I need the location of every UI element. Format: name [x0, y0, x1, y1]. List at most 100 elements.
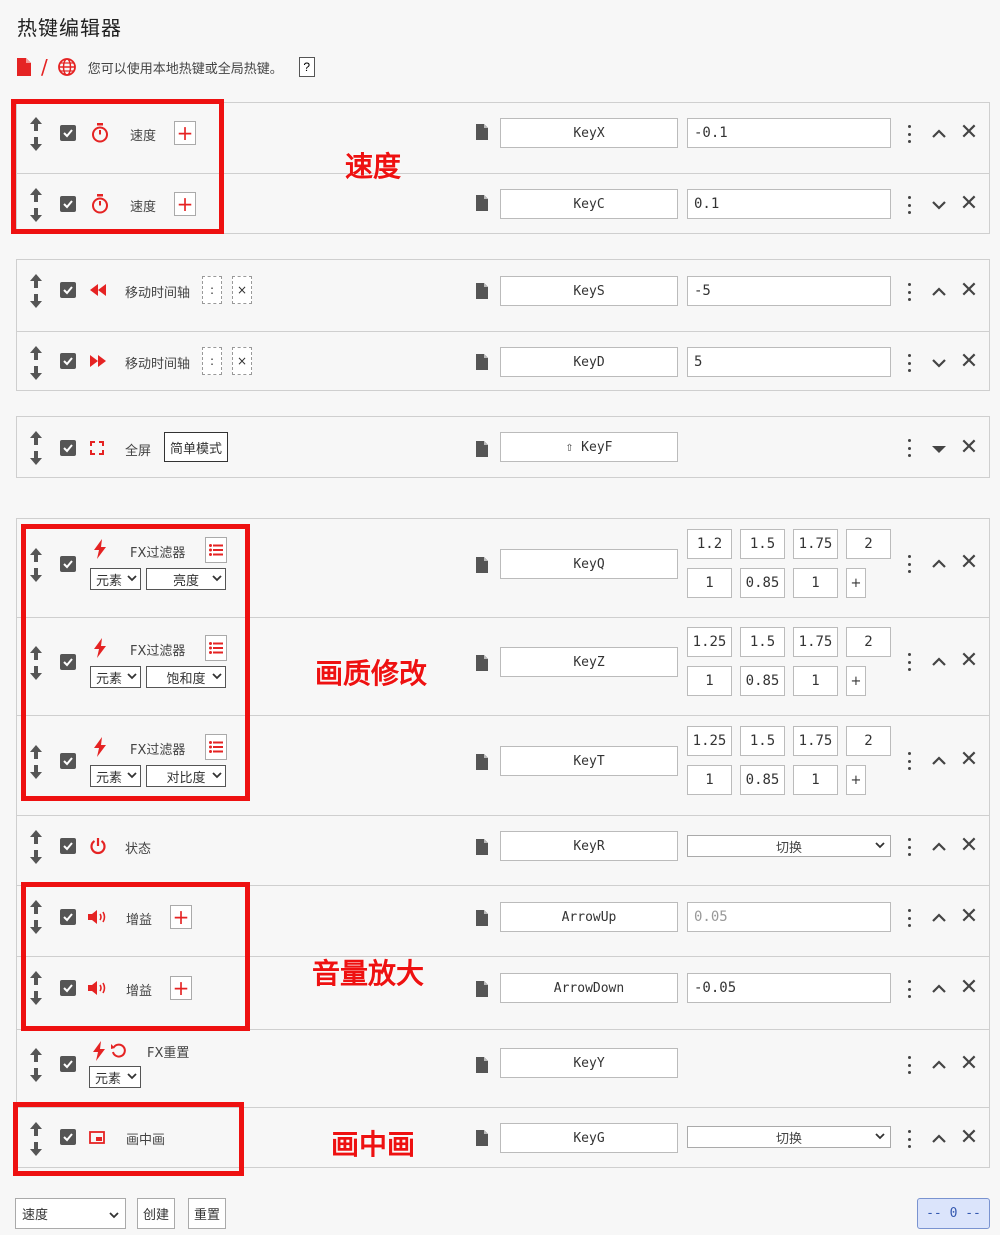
close-icon[interactable]: ✕	[959, 906, 979, 928]
more-options-icon[interactable]	[902, 552, 916, 576]
filter-value-input[interactable]: 1.2	[687, 529, 732, 559]
chevron-up-icon[interactable]	[931, 1131, 947, 1147]
chevron-up-icon[interactable]	[931, 126, 947, 142]
clear-field[interactable]: ×	[232, 276, 252, 304]
enabled-checkbox[interactable]	[60, 909, 76, 925]
key-input[interactable]: KeyC	[500, 189, 678, 219]
close-icon[interactable]: ✕	[959, 1127, 979, 1149]
key-input[interactable]: KeyQ	[500, 549, 678, 579]
key-input[interactable]: ⇧ KeyF	[500, 432, 678, 462]
add-filter-value-button[interactable]: +	[846, 765, 866, 795]
enabled-checkbox[interactable]	[60, 980, 76, 996]
more-options-icon[interactable]	[902, 835, 916, 859]
target-select[interactable]: 元素	[90, 765, 141, 787]
more-options-icon[interactable]	[902, 351, 916, 375]
reorder-arrows-icon[interactable]	[29, 899, 43, 935]
chevron-down-icon[interactable]	[931, 355, 947, 371]
filter-value-input[interactable]: 1.75	[793, 529, 838, 559]
more-options-icon[interactable]	[902, 436, 916, 460]
enabled-checkbox[interactable]	[60, 753, 76, 769]
reorder-arrows-icon[interactable]	[29, 430, 43, 466]
close-icon[interactable]: ✕	[959, 122, 979, 144]
more-options-icon[interactable]	[902, 749, 916, 773]
reorder-arrows-icon[interactable]	[29, 547, 43, 583]
close-icon[interactable]: ✕	[959, 351, 979, 373]
filter-value-input[interactable]: 1	[687, 765, 732, 795]
colon-field[interactable]: :	[202, 347, 222, 375]
filter-value-input[interactable]: 0.85	[740, 666, 785, 696]
value-input[interactable]: 0.05	[687, 902, 891, 932]
value-input[interactable]: -0.05	[687, 973, 891, 1003]
hotkey-type-select[interactable]: 速度	[15, 1198, 126, 1229]
enabled-checkbox[interactable]	[60, 125, 76, 141]
enabled-checkbox[interactable]	[60, 353, 76, 369]
enabled-checkbox[interactable]	[60, 440, 76, 456]
chevron-up-icon[interactable]	[931, 556, 947, 572]
add-value-button[interactable]: +	[170, 905, 192, 929]
simple-mode-button[interactable]: 简单模式	[164, 432, 229, 462]
add-filter-value-button[interactable]: +	[846, 568, 866, 598]
add-value-button[interactable]: +	[174, 121, 196, 145]
reorder-arrows-icon[interactable]	[29, 829, 43, 865]
key-input[interactable]: KeyZ	[500, 647, 678, 677]
filter-value-input[interactable]: 1.25	[687, 726, 732, 756]
close-icon[interactable]: ✕	[959, 650, 979, 672]
filter-select[interactable]: 饱和度	[146, 666, 226, 688]
close-icon[interactable]: ✕	[959, 749, 979, 771]
enabled-checkbox[interactable]	[60, 1129, 76, 1145]
add-value-button[interactable]: +	[174, 192, 196, 216]
filter-value-input[interactable]: 1.25	[687, 627, 732, 657]
chevron-down-icon[interactable]	[931, 197, 947, 213]
close-icon[interactable]: ✕	[959, 437, 979, 459]
chevron-up-icon[interactable]	[931, 910, 947, 926]
enabled-checkbox[interactable]	[60, 838, 76, 854]
filter-value-input[interactable]: 0.85	[740, 568, 785, 598]
clear-field[interactable]: ×	[232, 347, 252, 375]
filter-value-input[interactable]: 1.5	[740, 726, 785, 756]
more-options-icon[interactable]	[902, 1127, 916, 1151]
key-input[interactable]: KeyY	[500, 1048, 678, 1078]
list-icon[interactable]	[205, 635, 227, 661]
filter-value-input[interactable]: 1	[793, 765, 838, 795]
chevron-up-icon[interactable]	[931, 1057, 947, 1073]
reorder-arrows-icon[interactable]	[29, 645, 43, 681]
mode-select[interactable]: 切换	[687, 835, 891, 857]
target-select[interactable]: 元素	[90, 666, 141, 688]
reorder-arrows-icon[interactable]	[29, 187, 43, 223]
filter-value-input[interactable]: 1.5	[740, 627, 785, 657]
reorder-arrows-icon[interactable]	[29, 1121, 43, 1157]
target-select[interactable]: 元素	[89, 1066, 141, 1088]
chevron-up-icon[interactable]	[931, 654, 947, 670]
reset-button[interactable]: 重置	[188, 1198, 227, 1229]
filter-value-input[interactable]: 2	[846, 529, 891, 559]
value-input[interactable]: 0.1	[687, 189, 891, 219]
chevron-up-icon[interactable]	[931, 284, 947, 300]
filter-value-input[interactable]: 1	[687, 666, 732, 696]
chevron-up-icon[interactable]	[931, 981, 947, 997]
more-options-icon[interactable]	[902, 280, 916, 304]
add-value-button[interactable]: +	[170, 976, 192, 1000]
caret-down-icon[interactable]	[931, 441, 947, 457]
create-button[interactable]: 创建	[137, 1198, 176, 1229]
key-input[interactable]: KeyT	[500, 746, 678, 776]
more-options-icon[interactable]	[902, 1053, 916, 1077]
enabled-checkbox[interactable]	[60, 1056, 76, 1072]
filter-value-input[interactable]: 2	[846, 726, 891, 756]
more-options-icon[interactable]	[902, 193, 916, 217]
key-input[interactable]: KeyX	[500, 118, 678, 148]
close-icon[interactable]: ✕	[959, 193, 979, 215]
value-input[interactable]: -5	[687, 276, 891, 306]
reorder-arrows-icon[interactable]	[29, 273, 43, 309]
key-input[interactable]: KeyG	[500, 1123, 678, 1153]
key-input[interactable]: ArrowUp	[500, 902, 678, 932]
filter-value-input[interactable]: 2	[846, 627, 891, 657]
enabled-checkbox[interactable]	[60, 654, 76, 670]
filter-value-input[interactable]: 1	[793, 666, 838, 696]
key-input[interactable]: KeyS	[500, 276, 678, 306]
more-options-icon[interactable]	[902, 906, 916, 930]
filter-value-input[interactable]: 1.75	[793, 726, 838, 756]
mode-select[interactable]: 切换	[687, 1126, 891, 1148]
list-icon[interactable]	[205, 734, 227, 760]
enabled-checkbox[interactable]	[60, 556, 76, 572]
key-input[interactable]: ArrowDown	[500, 973, 678, 1003]
